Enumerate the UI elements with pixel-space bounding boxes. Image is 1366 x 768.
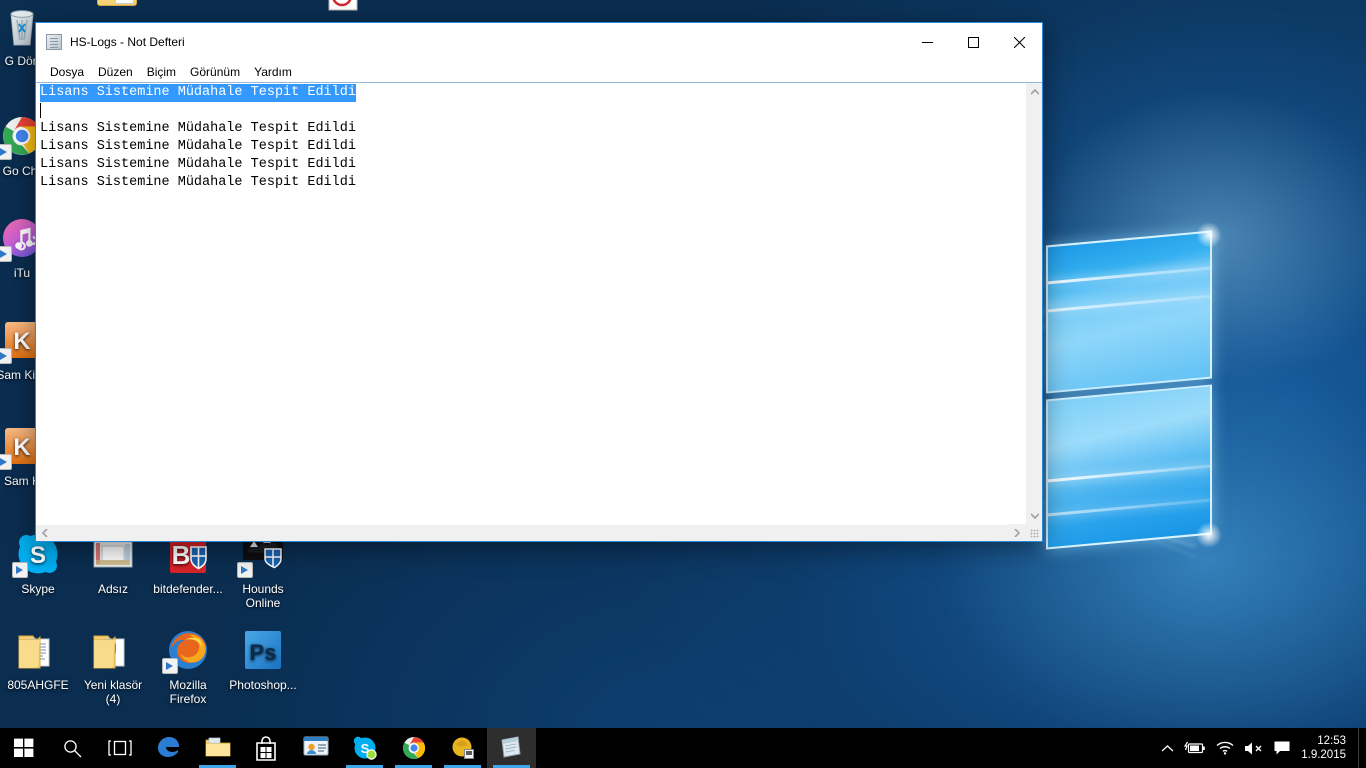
text-caret <box>40 103 41 118</box>
desktop-icon-label: Yeni klasör (4) <box>83 678 143 706</box>
folder-with-music-icon <box>89 626 137 674</box>
desktop-icon-photoshop[interactable]: Ps Photoshop... <box>225 626 301 692</box>
shortcut-overlay-icon <box>0 144 12 160</box>
action-center-icon[interactable] <box>1269 728 1295 768</box>
svg-text:K: K <box>13 434 31 461</box>
wifi-icon[interactable] <box>1211 728 1239 768</box>
photoshop-icon: Ps <box>239 626 287 674</box>
desktop-icon-yeni-klasor-4[interactable]: Yeni klasör (4) <box>75 626 151 706</box>
file-explorer-icon <box>205 735 231 761</box>
desktop-icon-mozilla-firefox[interactable]: Mozilla Firefox <box>150 626 226 706</box>
shortcut-overlay-icon <box>237 562 253 578</box>
skype-icon: S <box>352 735 378 761</box>
system-tray[interactable]: 12:53 1.9.2015 <box>1155 728 1366 768</box>
desktop-icon-label: Hounds Online <box>242 582 284 610</box>
wallpaper-window-pane-top <box>1046 230 1212 394</box>
wallpaper-spark <box>1196 522 1222 548</box>
desktop-icon-805ahgfe[interactable]: 805AHGFE <box>0 626 76 692</box>
menu-item-duzen[interactable]: Düzen <box>91 64 140 80</box>
notepad-icon <box>499 735 525 761</box>
shortcut-overlay-icon <box>12 562 28 578</box>
shortcut-overlay-icon <box>0 246 12 262</box>
scroll-right-icon[interactable] <box>1008 524 1025 541</box>
folder-with-documents-icon <box>14 626 62 674</box>
window-controls <box>904 23 1042 61</box>
window-title: HS-Logs - Not Defteri <box>70 35 185 49</box>
clock-time: 12:53 <box>1317 735 1346 747</box>
desktop-icon-label: Adsız <box>97 582 128 596</box>
desktop-icon-hidden-folder[interactable] <box>79 0 155 18</box>
shortcut-overlay-icon <box>0 454 12 470</box>
desktop-icon-label: Skype <box>21 582 55 596</box>
editor-area[interactable]: Lisans Sistemine Müdahale Tespit Edildi … <box>36 83 1042 524</box>
horizontal-scrollbar[interactable] <box>36 524 1008 541</box>
start-button[interactable] <box>0 728 48 768</box>
editor-line[interactable]: Lisans Sistemine Müdahale Tespit Edildi <box>40 174 356 192</box>
notepad-window[interactable]: HS-Logs - Not Defteri Dosya Düzen Biçim … <box>35 22 1043 542</box>
desktop-icon-label: 805AHGFE <box>7 678 69 692</box>
taskbar-clock[interactable]: 12:53 1.9.2015 <box>1295 728 1358 768</box>
desktop[interactable]: G Dön Go Chr iTu K Sam Kies K Sam K S Sk… <box>0 0 1366 768</box>
desktop-icon-hounds-online[interactable]: Hounds Online <box>225 530 301 610</box>
taskbar-app-notepad[interactable] <box>487 728 536 768</box>
chrome-icon <box>401 735 427 761</box>
desktop-icon-label: Mozilla Firefox <box>169 678 207 706</box>
taskbar-app-skype[interactable]: S <box>340 728 389 768</box>
svg-text:Ps: Ps <box>250 640 277 665</box>
battery-icon[interactable] <box>1179 728 1211 768</box>
notepad-icon <box>46 34 62 50</box>
scroll-down-icon[interactable] <box>1026 507 1043 524</box>
speaker-muted-icon[interactable] <box>1239 728 1269 768</box>
desktop-icon-hidden-pdf[interactable] <box>304 0 380 18</box>
editor-line[interactable]: Lisans Sistemine Müdahale Tespit Edildi <box>40 84 356 102</box>
edge-icon <box>156 735 182 761</box>
menu-bar[interactable]: Dosya Düzen Biçim Görünüm Yardım <box>36 61 1042 83</box>
show-hidden-icons-button[interactable] <box>1155 728 1179 768</box>
taskbar-app-store[interactable] <box>242 728 291 768</box>
show-desktop-button[interactable] <box>1358 728 1366 768</box>
taskbar[interactable]: S 12:53 1.9.2015 <box>0 728 1366 768</box>
taskbar-app-chrome[interactable] <box>389 728 438 768</box>
shortcut-overlay-icon <box>162 658 178 674</box>
window-titlebar[interactable]: HS-Logs - Not Defteri <box>36 23 1042 61</box>
hounds-online-icon <box>450 735 476 761</box>
scroll-left-icon[interactable] <box>36 525 53 542</box>
menu-item-dosya[interactable]: Dosya <box>43 64 91 80</box>
desktop-icon-label: bitdefender... <box>153 582 223 596</box>
text-editor[interactable]: Lisans Sistemine Müdahale Tespit Edildi … <box>36 83 1025 524</box>
window-bottom-bar <box>36 524 1042 541</box>
editor-line[interactable]: Lisans Sistemine Müdahale Tespit Edildi <box>40 120 356 138</box>
firefox-icon <box>162 626 212 674</box>
maximize-button[interactable] <box>950 23 996 61</box>
menu-item-bicim[interactable]: Biçim <box>140 64 183 80</box>
store-icon <box>254 735 280 761</box>
taskbar-app-hounds[interactable] <box>438 728 487 768</box>
vertical-scrollbar[interactable] <box>1025 83 1042 524</box>
wallpaper-window-pane-bottom <box>1046 384 1212 550</box>
folder-icon <box>93 0 141 14</box>
menu-item-yardim[interactable]: Yardım <box>247 64 299 80</box>
svg-text:B: B <box>172 540 191 570</box>
editor-line[interactable]: Lisans Sistemine Müdahale Tespit Edildi <box>40 156 356 174</box>
taskbar-app-edge[interactable] <box>144 728 193 768</box>
menu-item-gorunum[interactable]: Görünüm <box>183 64 247 80</box>
close-button[interactable] <box>996 23 1042 61</box>
scroll-up-icon[interactable] <box>1026 83 1043 100</box>
svg-text:S: S <box>30 542 46 569</box>
editor-line[interactable]: Lisans Sistemine Müdahale Tespit Edildi <box>40 138 356 156</box>
pdf-file-icon <box>318 0 366 14</box>
minimize-button[interactable] <box>904 23 950 61</box>
taskbar-app-file-explorer[interactable] <box>193 728 242 768</box>
desktop-icon-label: Photoshop... <box>229 678 297 692</box>
svg-text:K: K <box>13 328 31 355</box>
contacts-icon <box>303 735 329 761</box>
taskbar-app-contacts[interactable] <box>291 728 340 768</box>
resize-grip[interactable] <box>1025 524 1042 541</box>
search-icon[interactable] <box>48 728 96 768</box>
clock-date: 1.9.2015 <box>1301 749 1346 761</box>
shortcut-overlay-icon <box>0 348 12 364</box>
task-view-icon[interactable] <box>96 728 144 768</box>
wallpaper-spark <box>1196 222 1222 248</box>
